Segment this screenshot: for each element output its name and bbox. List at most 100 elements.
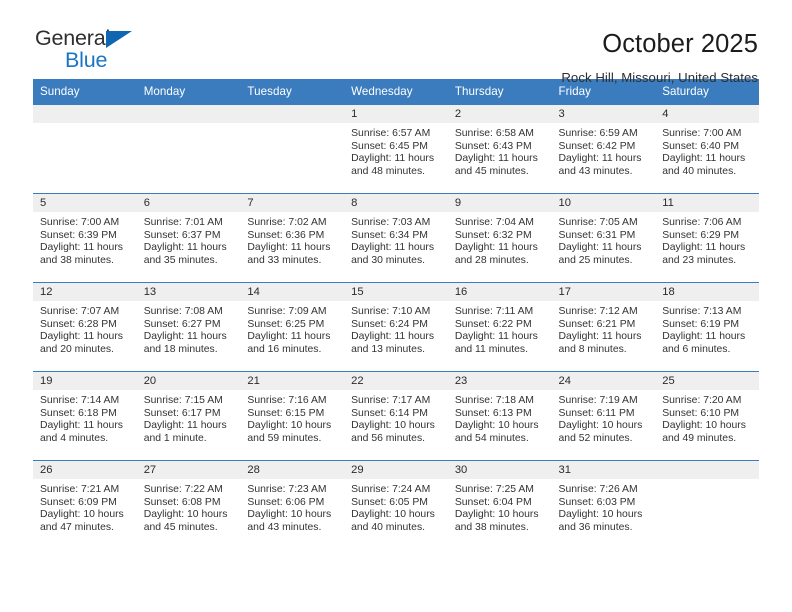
day-cell-inner: 19 Sunrise: 7:14 AM Sunset: 6:18 PM Dayligh… [33,372,137,460]
calendar-day-cell[interactable]: 21 Sunrise: 7:16 AM Sunset: 6:15 PM Dayligh… [240,371,345,461]
calendar-day-cell[interactable]: 17 Sunrise: 7:12 AM Sunset: 6:21 PM Dayligh… [551,282,656,372]
day-cell-details [655,479,759,484]
calendar-day-cell[interactable]: 6 Sunrise: 7:01 AM Sunset: 6:37 PM Daylight… [136,193,241,283]
calendar-day-cell[interactable]: 2 Sunrise: 6:58 AM Sunset: 6:43 PM Daylight… [447,104,552,194]
sunset-text: Sunset: 6:42 PM [558,140,636,152]
day-cell-inner: 29 Sunrise: 7:24 AM Sunset: 6:05 PM Dayligh… [344,461,448,549]
daylight-text: Daylight: 11 hours [558,331,642,343]
day-number: 7 [240,194,345,212]
day-number: 30 [447,461,552,479]
sunset-text: Sunset: 6:11 PM [558,407,635,419]
calendar-day-cell[interactable]: 18 Sunrise: 7:13 AM Sunset: 6:19 PM Dayligh… [655,282,759,372]
calendar-week-row: 19 Sunrise: 7:14 AM Sunset: 6:18 PM Dayligh… [33,371,759,461]
day-cell-details: Sunrise: 7:21 AM Sunset: 6:09 PM Daylight:… [33,479,137,534]
calendar-day-cell[interactable]: 14 Sunrise: 7:09 AM Sunset: 6:25 PM Dayligh… [240,282,345,372]
sunrise-text: Sunrise: 7:15 AM [143,395,223,406]
weekday-header-sunday: Sunday [33,79,137,105]
calendar-day-cell[interactable]: 29 Sunrise: 7:24 AM Sunset: 6:05 PM Dayligh… [344,460,448,549]
day-cell-details: Sunrise: 7:23 AM Sunset: 6:06 PM Daylight:… [240,479,344,534]
sunset-text: Sunset: 6:09 PM [40,496,117,508]
day-cell-inner: 24 Sunrise: 7:19 AM Sunset: 6:11 PM Dayligh… [551,372,656,460]
sunrise-text: Sunrise: 7:05 AM [558,217,638,228]
calendar-day-cell[interactable]: 27 Sunrise: 7:22 AM Sunset: 6:08 PM Dayligh… [136,460,241,549]
calendar-day-cell[interactable]: 4 Sunrise: 7:00 AM Sunset: 6:40 PM Daylight… [655,104,759,194]
day-number: 25 [655,372,759,390]
calendar-page: General Blue October 2025 Rock Hill, Mis… [0,0,792,612]
calendar-day-cell[interactable]: 7 Sunrise: 7:02 AM Sunset: 6:36 PM Daylight… [240,193,345,283]
sunrise-text: Sunrise: 7:07 AM [40,306,120,317]
daylight-text: and 56 minutes. [351,432,426,444]
day-number: 4 [655,105,759,123]
calendar-day-cell[interactable]: 30 Sunrise: 7:25 AM Sunset: 6:04 PM Dayligh… [447,460,552,549]
sunrise-text: Sunrise: 7:26 AM [558,484,638,495]
calendar-day-cell[interactable]: 26 Sunrise: 7:21 AM Sunset: 6:09 PM Dayligh… [33,460,137,549]
calendar-day-cell[interactable]: 11 Sunrise: 7:06 AM Sunset: 6:29 PM Dayligh… [655,193,759,283]
day-cell-details: Sunrise: 7:16 AM Sunset: 6:15 PM Daylight:… [240,390,344,445]
sunrise-text: Sunrise: 7:23 AM [247,484,327,495]
sunset-text: Sunset: 6:03 PM [558,496,636,508]
day-number: 1 [344,105,448,123]
calendar-day-cell[interactable]: 16 Sunrise: 7:11 AM Sunset: 6:22 PM Dayligh… [447,282,552,372]
calendar-day-cell[interactable]: 1 Sunrise: 6:57 AM Sunset: 6:45 PM Daylight… [344,104,448,194]
day-number [136,105,241,123]
daylight-text: and 33 minutes. [247,254,322,266]
calendar-day-cell[interactable]: 3 Sunrise: 6:59 AM Sunset: 6:42 PM Daylight… [551,104,656,194]
calendar-day-cell[interactable]: 10 Sunrise: 7:05 AM Sunset: 6:31 PM Dayligh… [551,193,656,283]
day-cell-details: Sunrise: 7:09 AM Sunset: 6:25 PM Daylight:… [240,301,344,356]
daylight-text: and 49 minutes. [662,432,737,444]
daylight-text: Daylight: 11 hours [40,331,123,343]
calendar-day-cell[interactable]: 5 Sunrise: 7:00 AM Sunset: 6:39 PM Daylight… [33,193,137,283]
daylight-text: and 52 minutes. [558,432,633,444]
day-cell-details: Sunrise: 6:59 AM Sunset: 6:42 PM Daylight:… [552,123,656,178]
day-cell-inner: 5 Sunrise: 7:00 AM Sunset: 6:39 PM Daylight… [33,194,137,282]
calendar-day-cell[interactable]: 15 Sunrise: 7:10 AM Sunset: 6:24 PM Dayligh… [344,282,448,372]
calendar-day-cell[interactable]: 12 Sunrise: 7:07 AM Sunset: 6:28 PM Dayligh… [33,282,137,372]
calendar-day-cell[interactable]: 31 Sunrise: 7:26 AM Sunset: 6:03 PM Dayligh… [551,460,656,549]
daylight-text: and 45 minutes. [454,165,529,177]
calendar-day-cell[interactable]: 13 Sunrise: 7:08 AM Sunset: 6:27 PM Dayligh… [136,282,241,372]
day-cell-details: Sunrise: 6:58 AM Sunset: 6:43 PM Daylight:… [448,123,552,178]
daylight-text: and 40 minutes. [662,165,737,177]
sunset-text: Sunset: 6:37 PM [143,229,221,241]
day-number: 18 [655,283,759,301]
daylight-text: Daylight: 11 hours [143,420,227,432]
sunset-text: Sunset: 6:15 PM [247,407,325,419]
day-cell-inner: 1 Sunrise: 6:57 AM Sunset: 6:45 PM Daylight… [344,105,448,193]
calendar-day-cell[interactable]: 22 Sunrise: 7:17 AM Sunset: 6:14 PM Dayligh… [344,371,448,461]
day-cell-details: Sunrise: 7:00 AM Sunset: 6:40 PM Daylight:… [655,123,759,178]
daylight-text: and 28 minutes. [454,254,529,266]
calendar-day-cell[interactable]: 9 Sunrise: 7:04 AM Sunset: 6:32 PM Daylight… [447,193,552,283]
day-number: 20 [136,372,241,390]
sunrise-text: Sunrise: 7:00 AM [662,128,742,139]
calendar-day-cell[interactable]: 28 Sunrise: 7:23 AM Sunset: 6:06 PM Dayligh… [240,460,345,549]
calendar-day-cell-empty [33,104,137,194]
calendar-day-cell[interactable]: 25 Sunrise: 7:20 AM Sunset: 6:10 PM Dayligh… [655,371,759,461]
calendar-day-cell[interactable]: 19 Sunrise: 7:14 AM Sunset: 6:18 PM Dayligh… [33,371,137,461]
daylight-text: and 23 minutes. [662,254,737,266]
sunset-text: Sunset: 6:19 PM [662,318,740,330]
sunset-text: Sunset: 6:34 PM [351,229,428,241]
day-number: 11 [655,194,759,212]
sunset-text: Sunset: 6:17 PM [143,407,221,419]
calendar-day-cell[interactable]: 8 Sunrise: 7:03 AM Sunset: 6:34 PM Daylight… [344,193,448,283]
day-cell-inner: 21 Sunrise: 7:16 AM Sunset: 6:15 PM Dayligh… [240,372,345,460]
day-cell-inner: 31 Sunrise: 7:26 AM Sunset: 6:03 PM Dayligh… [551,461,656,549]
sunset-text: Sunset: 6:25 PM [247,318,325,330]
sunrise-text: Sunrise: 7:03 AM [351,217,431,228]
calendar-week-row: 26 Sunrise: 7:21 AM Sunset: 6:09 PM Dayligh… [33,460,759,549]
day-number: 22 [344,372,448,390]
calendar-day-cell[interactable]: 20 Sunrise: 7:15 AM Sunset: 6:17 PM Dayligh… [136,371,241,461]
sunrise-sunset-calendar: Sunday Monday Tuesday Wednesday Thursday Frid… [33,79,759,549]
day-cell-details: Sunrise: 7:18 AM Sunset: 6:13 PM Daylight:… [448,390,552,445]
general-blue-logo[interactable]: General Blue [33,27,153,78]
daylight-text: and 35 minutes. [143,254,218,266]
day-number: 14 [240,283,345,301]
calendar-day-cell[interactable]: 23 Sunrise: 7:18 AM Sunset: 6:13 PM Dayligh… [447,371,552,461]
day-cell-details [33,123,137,128]
sunrise-text: Sunrise: 7:06 AM [662,217,742,228]
daylight-text: and 16 minutes. [247,343,322,355]
calendar-day-cell[interactable]: 24 Sunrise: 7:19 AM Sunset: 6:11 PM Dayligh… [551,371,656,461]
day-cell-inner: 13 Sunrise: 7:08 AM Sunset: 6:27 PM Dayligh… [136,283,241,371]
day-cell-inner [240,105,345,193]
day-number: 16 [447,283,552,301]
